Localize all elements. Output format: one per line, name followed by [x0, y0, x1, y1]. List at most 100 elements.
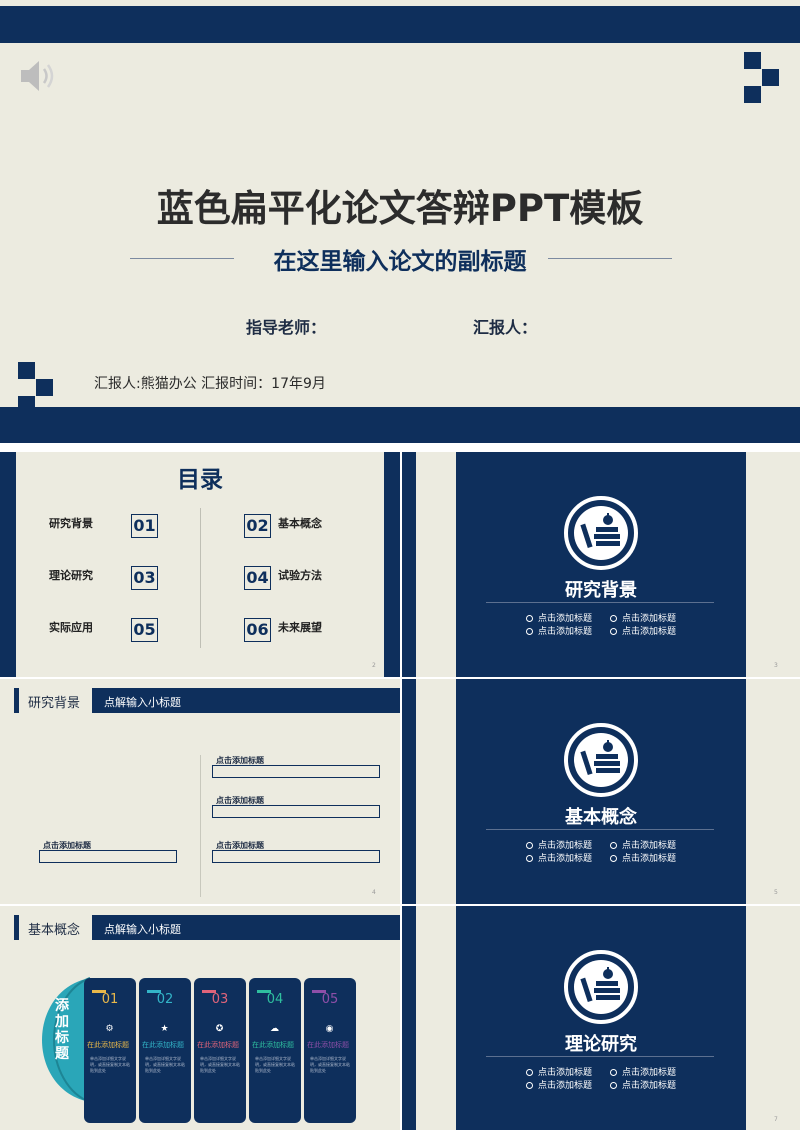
circle-bullet-icon — [526, 1082, 533, 1089]
toc-divider — [200, 508, 201, 648]
toc-number[interactable]: 02 — [244, 514, 271, 538]
circle-bullet-icon — [610, 842, 617, 849]
section-item[interactable]: 点击添加标题 — [526, 851, 592, 864]
left-band — [402, 906, 416, 1130]
feature-card[interactable]: 02 ★ 在此添加标题 单击添加详细文字说明，或直接复制文本粘贴到此处 — [139, 978, 191, 1123]
section-item[interactable]: 点击添加标题 — [610, 851, 676, 864]
section-item[interactable]: 点击添加标题 — [610, 1065, 676, 1078]
left-band — [402, 679, 416, 904]
section-slide[interactable]: 基本概念 点击添加标题 点击添加标题 点击添加标题 点击添加标题 5 — [402, 679, 800, 904]
star-badge-icon: ✪ — [215, 1024, 224, 1034]
text-box[interactable] — [39, 850, 177, 863]
page-number: 4 — [372, 889, 376, 896]
section-item[interactable]: 点击添加标题 — [610, 611, 676, 624]
section-item-label: 点击添加标题 — [622, 1068, 677, 1078]
corner-square — [18, 362, 35, 379]
page-number: 2 — [372, 662, 376, 669]
page-number: 5 — [774, 889, 778, 896]
card-text: 单击添加详细文字说明，或直接复制文本粘贴到此处 — [145, 1056, 185, 1073]
text-box[interactable] — [212, 850, 380, 863]
section-emblem — [564, 496, 638, 570]
toc-title: 目录 — [177, 467, 223, 493]
advisor-label: 指导老师： — [246, 318, 327, 337]
header-accent — [14, 688, 19, 713]
cover-title: 蓝色扁平化论文答辩PPT模板 — [156, 187, 644, 230]
chat-icon: ☁ — [270, 1024, 279, 1034]
section-item[interactable]: 点击添加标题 — [526, 838, 592, 851]
section-item-label: 点击添加标题 — [538, 854, 593, 864]
slide-subtitle: 点解输入小标题 — [104, 696, 181, 709]
circle-bullet-icon — [610, 1069, 617, 1076]
corner-square — [744, 52, 761, 69]
section-rule — [486, 829, 714, 830]
section-item[interactable]: 点击添加标题 — [526, 611, 592, 624]
cover-slide[interactable]: 蓝色扁平化论文答辩PPT模板 在这里输入论文的副标题 指导老师： 汇报人： 汇报… — [0, 0, 800, 443]
card-text: 单击添加详细文字说明，或直接复制文本粘贴到此处 — [255, 1056, 295, 1073]
card-text: 单击添加详细文字说明，或直接复制文本粘贴到此处 — [200, 1056, 240, 1073]
slide-subtitle: 点解输入小标题 — [104, 923, 181, 936]
top-band — [0, 6, 800, 43]
left-band — [402, 452, 416, 677]
toc-label: 理论研究 — [49, 569, 93, 582]
section-item[interactable]: 点击添加标题 — [610, 838, 676, 851]
section-item[interactable]: 点击添加标题 — [526, 1078, 592, 1091]
card-number: 05 — [321, 992, 339, 1007]
feature-card[interactable]: 01 ⚙ 在此添加标题 单击添加详细文字说明，或直接复制文本粘贴到此处 — [84, 978, 136, 1123]
header-accent — [14, 915, 19, 940]
circle-bullet-icon — [610, 855, 617, 862]
feature-card[interactable]: 04 ☁ 在此添加标题 单击添加详细文字说明，或直接复制文本粘贴到此处 — [249, 978, 301, 1123]
toc-number[interactable]: 01 — [131, 514, 158, 538]
card-text: 单击添加详细文字说明，或直接复制文本粘贴到此处 — [310, 1056, 350, 1073]
section-item[interactable]: 点击添加标题 — [610, 624, 676, 637]
books-apple-icon — [574, 506, 628, 560]
content-slide[interactable]: 研究背景 点解输入小标题 点击添加标题 点击添加标题 点击添加标题 点击添加标题… — [0, 679, 400, 904]
toc-label: 研究背景 — [49, 517, 93, 530]
report-info: 汇报人:熊猫办公 汇报时间：17年9月 — [94, 376, 326, 392]
toc-slide[interactable]: 目录 研究背景 01 02 基本概念 理论研究 03 04 试验方法 实际应用 … — [0, 452, 400, 677]
section-item-label: 点击添加标题 — [622, 627, 677, 637]
circle-bullet-icon — [526, 855, 533, 862]
content-slide[interactable]: 基本概念 点解输入小标题 添加标题 01 ⚙ 在此添加标题 单击添加详细文字说明… — [0, 906, 400, 1130]
corner-square — [762, 69, 779, 86]
section-slide[interactable]: 理论研究 点击添加标题 点击添加标题 点击添加标题 点击添加标题 7 — [402, 906, 800, 1130]
toc-label: 试验方法 — [278, 569, 322, 582]
section-item-label: 点击添加标题 — [538, 614, 593, 624]
section-rule — [486, 1056, 714, 1057]
card-number: 04 — [266, 992, 284, 1007]
section-item-label: 点击添加标题 — [538, 1081, 593, 1091]
feature-card[interactable]: 03 ✪ 在此添加标题 单击添加详细文字说明，或直接复制文本粘贴到此处 — [194, 978, 246, 1123]
speaker-icon[interactable] — [18, 58, 58, 94]
card-number: 02 — [156, 992, 174, 1007]
weibo-icon: ◉ — [325, 1024, 334, 1034]
section-item-label: 点击添加标题 — [622, 1081, 677, 1091]
feature-card[interactable]: 05 ◉ 在此添加标题 单击添加详细文字说明，或直接复制文本粘贴到此处 — [304, 978, 356, 1123]
section-emblem — [564, 950, 638, 1024]
text-box[interactable] — [212, 765, 380, 778]
books-apple-icon — [574, 960, 628, 1014]
section-item-label: 点击添加标题 — [622, 854, 677, 864]
toc-number[interactable]: 04 — [244, 566, 271, 590]
toc-number[interactable]: 06 — [244, 618, 271, 642]
page-number: 7 — [774, 1116, 778, 1123]
page-number: 3 — [774, 662, 778, 669]
star-icon: ★ — [160, 1024, 169, 1034]
toc-number[interactable]: 05 — [131, 618, 158, 642]
card-title: 在此添加标题 — [197, 1041, 239, 1049]
card-title: 在此添加标题 — [307, 1041, 349, 1049]
circle-bullet-icon — [526, 615, 533, 622]
section-emblem — [564, 723, 638, 797]
section-item[interactable]: 点击添加标题 — [526, 624, 592, 637]
section-item-label: 点击添加标题 — [538, 1068, 593, 1078]
subtitle-line-right — [548, 258, 672, 259]
bottom-band — [0, 407, 800, 443]
text-box[interactable] — [212, 805, 380, 818]
toc-number[interactable]: 03 — [131, 566, 158, 590]
toc-label: 基本概念 — [278, 517, 322, 530]
section-item[interactable]: 点击添加标题 — [610, 1078, 676, 1091]
section-heading: 基本概念 — [565, 807, 637, 828]
card-title: 在此添加标题 — [142, 1041, 184, 1049]
section-item-label: 点击添加标题 — [622, 614, 677, 624]
card-text: 单击添加详细文字说明，或直接复制文本粘贴到此处 — [90, 1056, 130, 1073]
section-item[interactable]: 点击添加标题 — [526, 1065, 592, 1078]
section-slide[interactable]: 研究背景 点击添加标题 点击添加标题 点击添加标题 点击添加标题 3 — [402, 452, 800, 677]
